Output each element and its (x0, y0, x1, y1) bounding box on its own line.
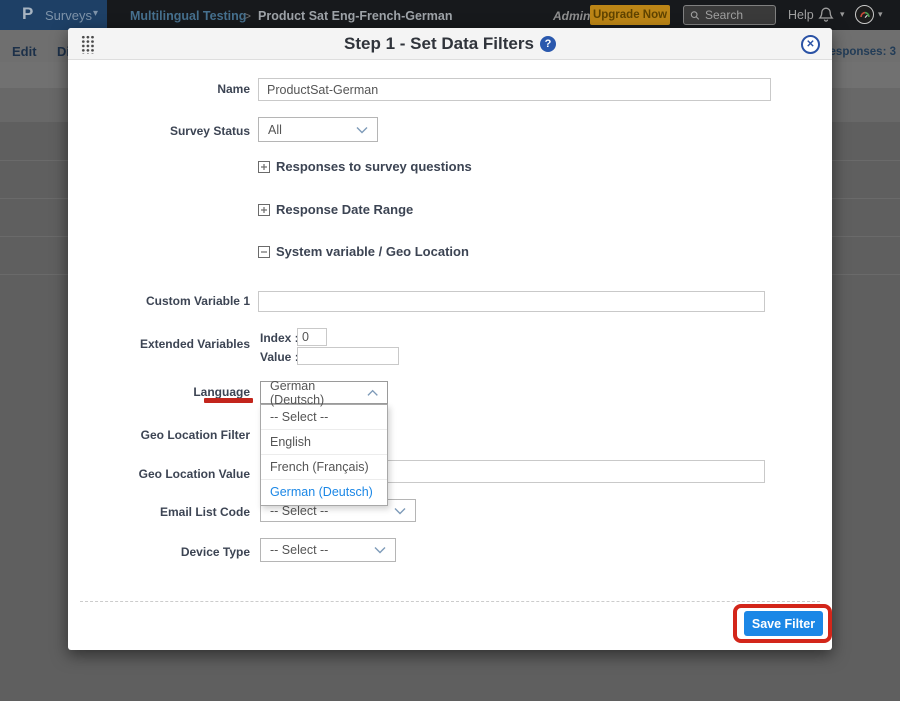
email-list-code-label: Email List Code (160, 505, 250, 519)
section-label: System variable / Geo Location (276, 244, 469, 259)
survey-status-select[interactable]: All (258, 117, 378, 142)
language-dropdown-list: -- Select -- English French (Français) G… (260, 404, 388, 506)
save-filter-button[interactable]: Save Filter (744, 611, 823, 636)
device-type-label: Device Type (181, 545, 250, 559)
help-question-icon[interactable]: ? (540, 36, 556, 52)
surveys-menu[interactable]: Surveys (45, 8, 92, 23)
minus-box-icon (258, 246, 270, 258)
language-select[interactable]: German (Deutsch) (260, 381, 388, 404)
bell-caret-icon: ▾ (840, 9, 845, 20)
breadcrumb-parent-link[interactable]: Multilingual Testing (130, 9, 246, 23)
search-input[interactable] (705, 8, 769, 22)
help-link[interactable]: Help (788, 8, 814, 22)
page: P Surveys ▾ Multilingual Testing > Produ… (0, 0, 900, 701)
name-label: Name (217, 82, 250, 96)
geo-location-filter-label: Geo Location Filter (141, 428, 250, 442)
survey-status-label: Survey Status (170, 124, 250, 138)
plus-box-icon (258, 161, 270, 173)
custom-variable-1-label: Custom Variable 1 (146, 294, 250, 308)
tab-edit[interactable]: Edit (12, 44, 37, 59)
section-label: Responses to survey questions (276, 159, 472, 174)
chevron-down-icon (356, 126, 368, 134)
top-navigation-bar: P Surveys ▾ Multilingual Testing > Produ… (0, 0, 900, 30)
global-search[interactable] (683, 5, 776, 25)
section-responses-to-questions[interactable]: Responses to survey questions (258, 159, 472, 174)
logo-container[interactable]: P Surveys ▾ (0, 0, 107, 30)
extended-variables-label: Extended Variables (140, 337, 250, 351)
drag-handle-icon[interactable] (81, 35, 94, 54)
account-caret-icon: ▾ (878, 9, 883, 20)
dialog-title: Step 1 - Set Data Filters (344, 34, 534, 54)
account-avatar-gauge-icon[interactable] (855, 5, 874, 24)
responses-count-badge: Responses: 3 (821, 46, 896, 58)
value-input[interactable] (297, 347, 399, 365)
survey-status-value: All (268, 123, 282, 137)
language-label: Language (193, 385, 250, 399)
surveys-caret-icon: ▾ (93, 8, 98, 19)
chevron-down-icon (394, 507, 406, 515)
search-icon (690, 10, 700, 21)
language-option-english[interactable]: English (261, 430, 387, 455)
language-option-german[interactable]: German (Deutsch) (261, 480, 387, 505)
device-type-select[interactable]: -- Select -- (260, 538, 396, 562)
plus-box-icon (258, 204, 270, 216)
index-label: Index : (260, 331, 299, 345)
chevron-down-icon (374, 546, 386, 554)
upgrade-now-button[interactable]: Upgrade Now (590, 5, 670, 25)
annotation-red-underline (204, 398, 253, 403)
language-option-select[interactable]: -- Select -- (261, 405, 387, 430)
chevron-up-icon (367, 389, 378, 397)
questionpro-logo-icon: P (22, 4, 33, 24)
custom-variable-1-input[interactable] (258, 291, 765, 312)
section-response-date-range[interactable]: Response Date Range (258, 202, 413, 217)
value-label: Value : (260, 350, 299, 364)
breadcrumb-current: Product Sat Eng-French-German (258, 9, 452, 23)
language-option-french[interactable]: French (Français) (261, 455, 387, 480)
index-input[interactable] (297, 328, 327, 346)
notifications-bell-icon[interactable] (818, 6, 834, 28)
set-data-filters-dialog: Step 1 - Set Data Filters ? ✕ Name Surve… (68, 28, 832, 650)
language-value: German (Deutsch) (270, 379, 367, 407)
admin-label: Admin (553, 9, 590, 23)
close-dialog-button[interactable]: ✕ (801, 35, 820, 54)
dialog-header: Step 1 - Set Data Filters ? (68, 28, 832, 60)
device-type-value: -- Select -- (270, 543, 328, 557)
name-input[interactable] (258, 78, 771, 101)
section-label: Response Date Range (276, 202, 413, 217)
footer-divider (80, 601, 820, 602)
breadcrumb-separator: > (244, 9, 251, 23)
section-system-variable-geo[interactable]: System variable / Geo Location (258, 244, 469, 259)
geo-location-value-label: Geo Location Value (139, 467, 250, 481)
